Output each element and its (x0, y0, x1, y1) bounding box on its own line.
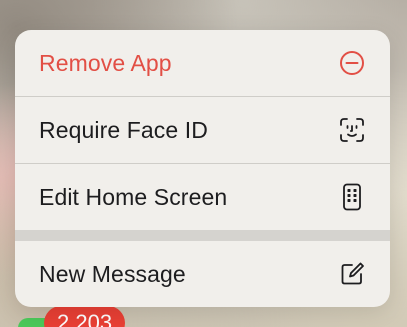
new-message-button[interactable]: New Message (15, 241, 390, 307)
minus-circle-icon (338, 49, 366, 77)
remove-app-label: Remove App (39, 49, 172, 76)
new-message-label: New Message (39, 260, 186, 287)
require-face-id-label: Require Face ID (39, 116, 208, 143)
notification-badge: 2,203 (44, 306, 126, 327)
edit-home-screen-button[interactable]: Edit Home Screen (15, 164, 390, 230)
menu-group-separator (15, 230, 390, 241)
require-face-id-button[interactable]: Require Face ID (15, 97, 390, 163)
quick-actions-menu: Remove App Require Face ID Edit Home Scr… (15, 30, 390, 307)
compose-icon (338, 260, 366, 288)
edit-home-screen-label: Edit Home Screen (39, 183, 228, 210)
face-id-icon (338, 116, 366, 144)
remove-app-button[interactable]: Remove App (15, 30, 390, 96)
home-screen-phone-icon (338, 183, 366, 211)
